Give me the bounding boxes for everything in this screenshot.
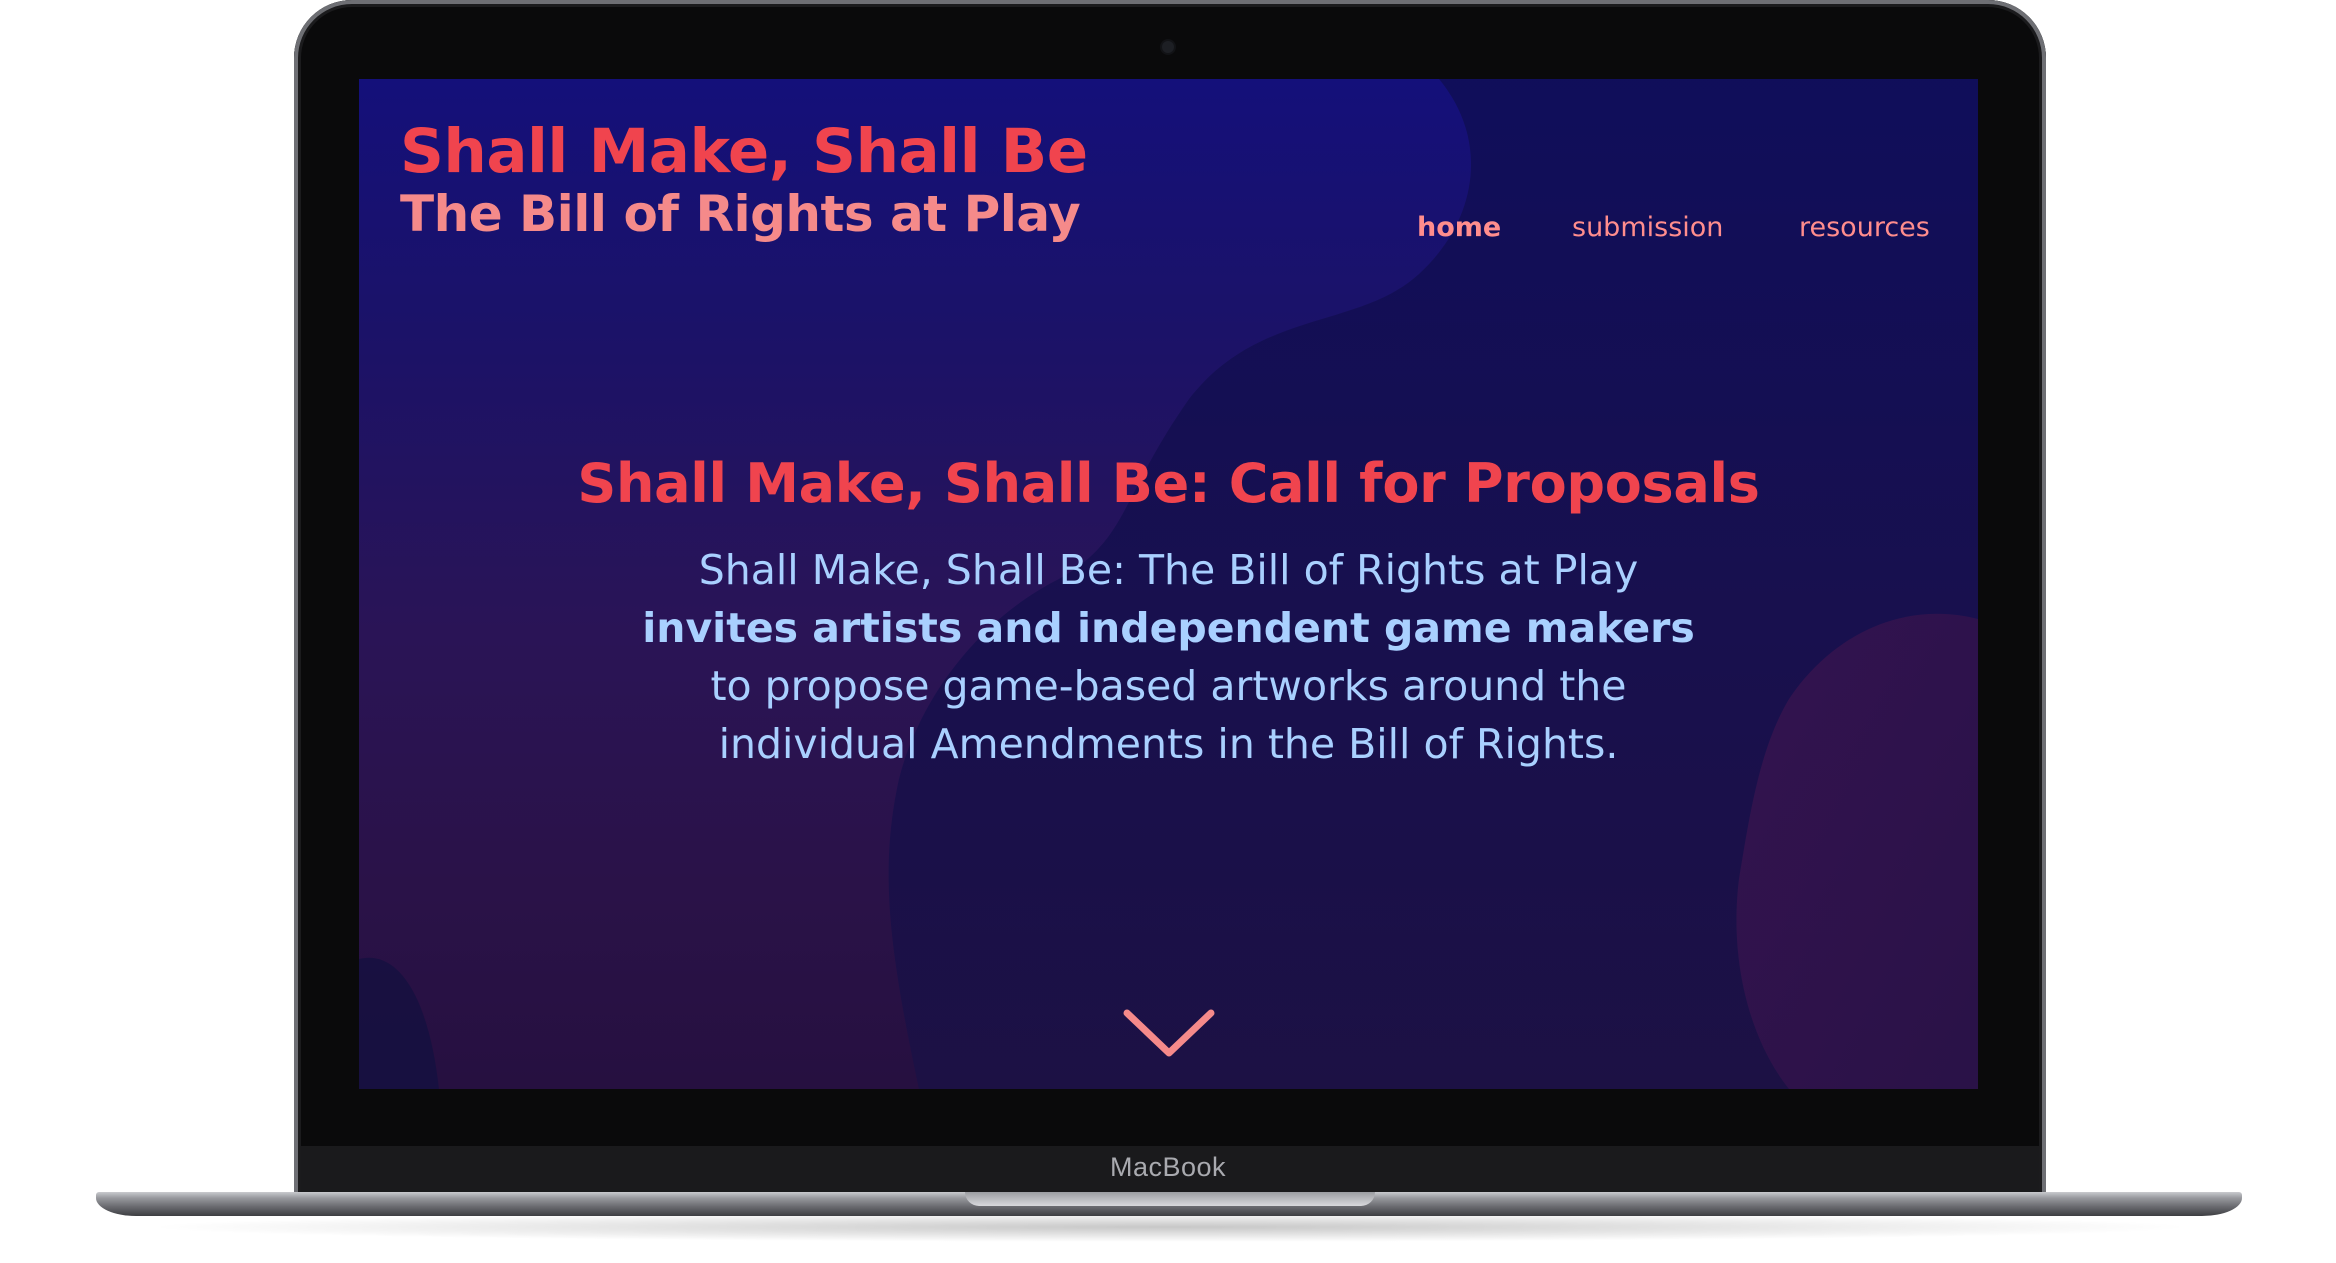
nav-link-submission[interactable]: submission	[1572, 210, 1723, 246]
hero-line-3: to propose game-based artworks around th…	[710, 662, 1627, 710]
nav-link-home[interactable]: home	[1417, 210, 1501, 246]
site-title[interactable]: Shall Make, Shall Be	[400, 119, 1088, 185]
background-blob-bottom-left	[359, 957, 439, 1089]
hero-description: Shall Make, Shall Be: The Bill of Rights…	[359, 541, 1978, 773]
website-screen: Shall Make, Shall Be The Bill of Rights …	[359, 79, 1978, 1089]
main-nav: home submission resources	[359, 210, 1978, 250]
hero-line-4: individual Amendments in the Bill of Rig…	[718, 720, 1619, 768]
laptop-shadow	[140, 1212, 2200, 1242]
laptop-mockup: MacBook Shall Make, Shall Be The Bill of…	[0, 0, 2336, 1263]
hero-line-1: Shall Make, Shall Be: The Bill of Rights…	[698, 546, 1639, 594]
hero-line-2: invites artists and independent game mak…	[642, 604, 1695, 652]
laptop-notch	[965, 1192, 1375, 1206]
hero-title: Shall Make, Shall Be: Call for Proposals	[577, 452, 1760, 515]
camera-icon	[1162, 41, 1174, 53]
chevron-down-icon[interactable]	[1123, 1007, 1215, 1059]
device-brand-label: MacBook	[1109, 1152, 1227, 1182]
nav-link-resources[interactable]: resources	[1799, 210, 1930, 246]
